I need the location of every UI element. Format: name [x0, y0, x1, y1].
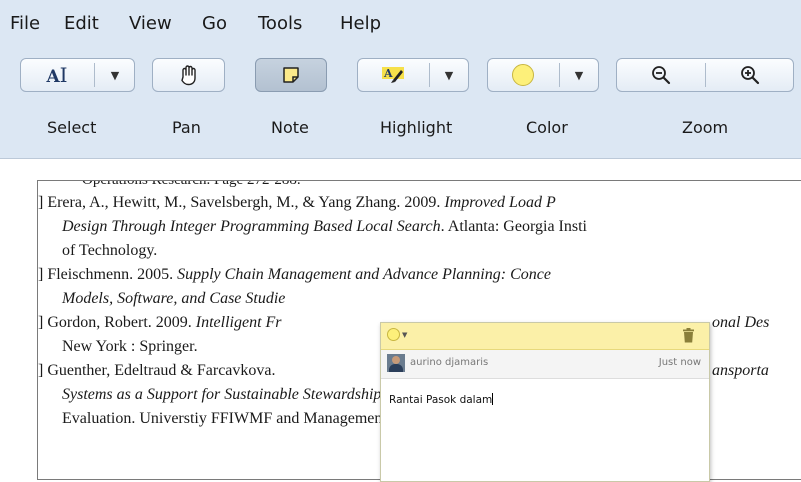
highlight-label: Highlight — [380, 118, 453, 137]
delete-note-button[interactable] — [682, 328, 695, 347]
color-dropdown[interactable]: ▼ — [560, 59, 598, 91]
reference-line: Models, Software, and Case Studie — [62, 290, 286, 307]
note-meta: aurino djamaris Just now — [381, 350, 709, 379]
highlighter-icon: A — [382, 67, 404, 83]
chevron-down-icon: ▼ — [402, 330, 408, 339]
chevron-down-icon: ▼ — [110, 68, 120, 82]
note-tool-seg — [256, 59, 326, 91]
reference-line: ] Guenther, Edeltraud & Farcavkova. — [38, 362, 276, 379]
zoom-button-group — [616, 58, 794, 92]
zoom-out-button[interactable] — [617, 59, 705, 91]
reference-line: onal Des — [712, 314, 770, 331]
color-label: Color — [526, 118, 568, 137]
zoom-out-icon — [652, 66, 671, 85]
highlight-dropdown[interactable]: ▼ — [430, 59, 468, 91]
reference-line: ] Gordon, Robert. 2009. Intelligent Fr — [38, 314, 282, 331]
highlight-tool-button[interactable]: A ▼ — [357, 58, 469, 92]
color-tool-button[interactable]: ▼ — [487, 58, 599, 92]
menu-tools[interactable]: Tools — [258, 13, 302, 34]
menu-file[interactable]: File — [10, 13, 40, 34]
reference-line: ansporta — [712, 362, 769, 379]
select-label: Select — [47, 118, 97, 137]
note-popup[interactable]: ▼ aurino djamaris Just now Rantai Pasok … — [380, 322, 710, 482]
text-cursor — [492, 393, 494, 405]
pan-tool-seg — [153, 59, 224, 91]
sticky-note-icon — [283, 67, 299, 83]
text-select-icon: AI — [46, 63, 68, 87]
svg-text:A: A — [383, 67, 393, 80]
zoom-label: Zoom — [682, 118, 729, 137]
pan-tool-button[interactable] — [152, 58, 225, 92]
reference-line: Operations Research. Page 272-288. — [82, 180, 301, 188]
color-swatch-icon — [512, 64, 534, 86]
toolbar: AI ▼ A ▼ ▼ Select Pan Note Highlight Col… — [0, 46, 801, 159]
menu-edit[interactable]: Edit — [64, 13, 99, 34]
zoom-in-icon — [741, 66, 760, 85]
menu-bar: File Edit View Go Tools Help — [0, 0, 801, 46]
reference-line: ] Fleischmenn. 2005. Supply Chain Manage… — [38, 266, 551, 283]
reference-line: ] Erera, A., Hewitt, M., Savelsbergh, M.… — [38, 194, 556, 211]
select-tool-button[interactable]: AI ▼ — [20, 58, 135, 92]
select-tool-main[interactable]: AI — [21, 59, 93, 91]
note-text: Rantai Pasok dalam — [389, 394, 493, 406]
note-author: aurino djamaris — [410, 357, 489, 368]
trash-icon — [683, 328, 694, 343]
menu-view[interactable]: View — [129, 13, 172, 34]
hand-icon — [180, 65, 196, 86]
menu-go[interactable]: Go — [202, 13, 227, 34]
avatar — [387, 354, 405, 372]
note-text-area[interactable]: Rantai Pasok dalam — [389, 393, 494, 406]
zoom-in-button[interactable] — [706, 59, 794, 91]
reference-line: of Technology. — [62, 242, 158, 259]
note-color-button[interactable]: ▼ — [387, 328, 407, 341]
note-header: ▼ — [381, 323, 709, 350]
reference-line: New York : Springer. — [62, 338, 198, 355]
menu-help[interactable]: Help — [340, 13, 381, 34]
highlight-tool-main[interactable]: A — [358, 59, 428, 91]
note-tool-button[interactable] — [255, 58, 327, 92]
note-timestamp: Just now — [658, 357, 701, 368]
reference-line: Design Through Integer Programming Based… — [62, 218, 587, 235]
chevron-down-icon: ▼ — [444, 68, 454, 82]
note-label: Note — [271, 118, 309, 137]
color-tool-main[interactable] — [488, 59, 558, 91]
pan-label: Pan — [172, 118, 201, 137]
chevron-down-icon: ▼ — [574, 68, 584, 82]
color-swatch-icon — [387, 328, 400, 341]
select-dropdown[interactable]: ▼ — [95, 59, 135, 91]
